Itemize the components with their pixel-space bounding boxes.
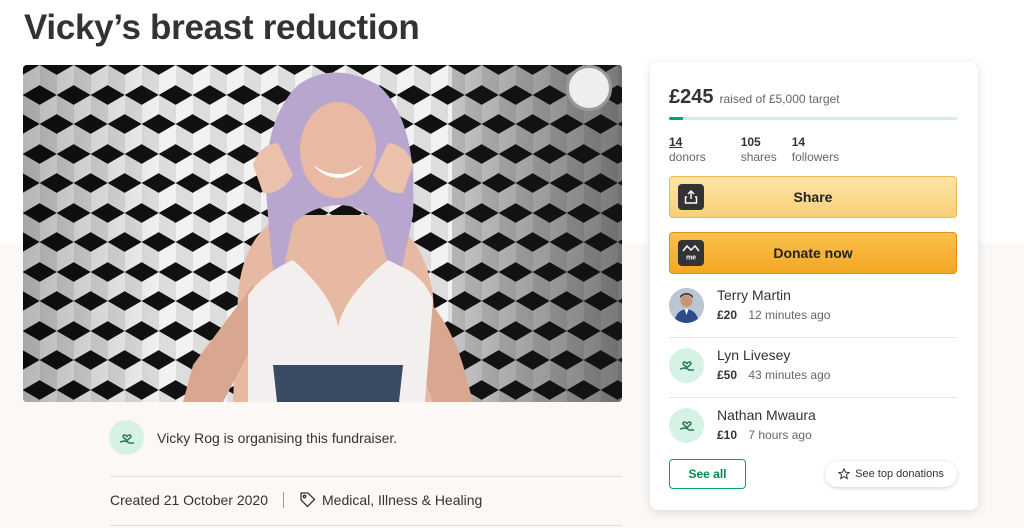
heart-hand-icon xyxy=(679,421,694,431)
donation-amount: £10 xyxy=(717,428,738,442)
hero-image xyxy=(23,65,622,402)
donation-item: Terry Martin £20 12 minutes ago xyxy=(669,275,957,335)
raised-amount: £245 xyxy=(669,86,714,108)
fundraiser-meta: Created 21 October 2020 Medical, Illness… xyxy=(110,491,482,508)
shade-left xyxy=(23,65,163,402)
organiser-avatar xyxy=(109,420,144,455)
organiser-text: Vicky Rog is organising this fundraiser. xyxy=(157,429,398,446)
stat-label: shares xyxy=(740,150,777,164)
donor-avatar xyxy=(669,287,704,323)
stats: 14 donors 105 shares 14 followers xyxy=(669,135,854,165)
donate-icon-text: me xyxy=(686,255,696,262)
donation-amount: £50 xyxy=(717,368,738,382)
donor-name: Lyn Livesey xyxy=(717,347,791,363)
donation-amount: £20 xyxy=(717,308,738,322)
donate-label: Donate now xyxy=(773,245,853,261)
wall-clock xyxy=(566,65,612,111)
donor-line: £20 12 minutes ago xyxy=(717,306,830,324)
donor-name: Terry Martin xyxy=(717,287,791,303)
donor-line: £10 7 hours ago xyxy=(717,426,816,444)
stat-shares: 105 shares xyxy=(741,135,777,165)
donate-button[interactable]: me Donate now xyxy=(669,232,957,274)
donation-item: Lyn Livesey £50 43 minutes ago xyxy=(669,335,957,395)
stat-label: followers xyxy=(791,150,840,164)
donor-name: Nathan Mwaura xyxy=(717,407,816,423)
see-top-label: See top donations xyxy=(855,468,944,480)
stat-label: donors xyxy=(669,150,706,164)
person-photo xyxy=(183,72,473,402)
donor-line: £50 43 minutes ago xyxy=(717,366,830,384)
share-button[interactable]: Share xyxy=(669,176,957,218)
stat-donors[interactable]: 14 donors xyxy=(669,135,706,165)
donation-time: 43 minutes ago xyxy=(748,368,831,382)
donation-time: 7 hours ago xyxy=(748,428,812,442)
donate-icon: me xyxy=(678,240,704,266)
heart-hand-icon xyxy=(679,361,694,371)
donation-item: Nathan Mwaura £10 7 hours ago xyxy=(669,395,957,455)
page-title: Vicky’s breast reduction xyxy=(24,8,420,47)
stat-value: 14 xyxy=(791,135,806,149)
star-icon xyxy=(838,468,851,480)
donor-info: Terry Martin £20 12 minutes ago xyxy=(717,286,830,324)
heart-hand-icon xyxy=(119,433,134,444)
progress-bar xyxy=(669,117,957,120)
raised-summary: £245 raised of £5,000 target xyxy=(669,86,840,109)
meta-separator xyxy=(283,491,284,508)
donor-info: Nathan Mwaura £10 7 hours ago xyxy=(717,406,816,444)
divider xyxy=(110,525,622,526)
donor-avatar xyxy=(669,407,704,443)
organiser-row: Vicky Rog is organising this fundraiser. xyxy=(109,420,397,455)
raised-target: raised of £5,000 target xyxy=(719,92,840,106)
share-label: Share xyxy=(793,189,833,205)
stat-value: 105 xyxy=(740,135,761,149)
see-all-button[interactable]: See all xyxy=(669,459,746,489)
divider xyxy=(110,476,622,477)
progress-fill xyxy=(669,117,684,120)
stat-value: 14 xyxy=(669,135,683,149)
stat-followers: 14 followers xyxy=(792,135,839,165)
donor-info: Lyn Livesey £50 43 minutes ago xyxy=(717,346,830,384)
donation-card: £245 raised of £5,000 target 14 donors 1… xyxy=(650,62,978,510)
category-link[interactable]: Medical, Illness & Healing xyxy=(322,492,482,508)
donor-avatar xyxy=(669,347,704,383)
created-date: Created 21 October 2020 xyxy=(110,491,268,508)
donation-time: 12 minutes ago xyxy=(748,308,831,322)
tag-icon xyxy=(299,491,316,508)
share-icon xyxy=(678,184,704,210)
see-top-donations-button[interactable]: See top donations xyxy=(825,461,957,487)
